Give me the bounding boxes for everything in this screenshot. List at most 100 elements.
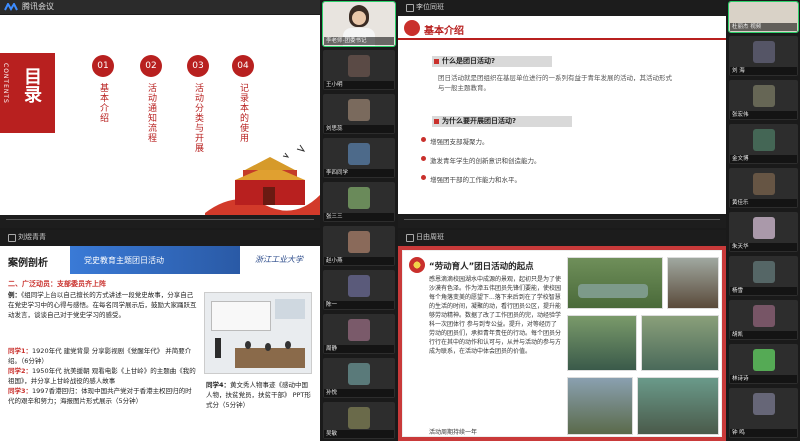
sharer-tag: 刘煜青青 <box>8 230 46 244</box>
participant-name: 林诗诗 <box>730 375 797 383</box>
app-title: 腾讯会议 <box>22 2 54 11</box>
avatar <box>348 319 370 341</box>
avatar <box>752 85 775 107</box>
participant-tile[interactable]: 周静 <box>323 314 395 354</box>
bullet-item: 增强团支部凝聚力。 <box>421 136 726 146</box>
participant-tile[interactable]: 朱天华 <box>729 212 798 252</box>
campus-photo <box>567 377 633 435</box>
bottom-left-share[interactable]: 刘煜青青 案例剖析 党史教育主题团日活动 浙江工业大学 二、广泛动员：支部委员齐… <box>0 230 320 441</box>
case-example: 例：《组同学上台以自己擅长的方式讲述一段党史故事，分享自己在党史学习中的心得与感… <box>8 290 198 320</box>
player-controls[interactable] <box>0 216 320 228</box>
participant-name: 陈一 <box>324 301 394 309</box>
tencent-meeting-logo-icon <box>4 3 18 11</box>
participant-tile[interactable]: 刘思蕊 <box>323 94 395 134</box>
meeting-screen: 腾讯会议 CONTENTS 目录 01 基本介绍 02 活动通知流程 03 活动… <box>0 0 800 441</box>
participant-name: 朱天华 <box>730 243 797 251</box>
progress-track[interactable] <box>404 219 720 220</box>
campus-photo <box>641 315 719 371</box>
bottom-right-share[interactable]: 日由周班 “劳动育人”团日活动的起点 感恩滴滴校园湖水中成源的景观，起初只是为了… <box>398 230 726 441</box>
sharer-tag: 日由周班 <box>406 230 444 244</box>
avatar <box>348 275 370 297</box>
campus-photo <box>567 257 663 309</box>
avatar <box>348 187 370 209</box>
campus-photo <box>637 377 719 435</box>
participant-name: 胡凯 <box>730 331 797 339</box>
participant-tile[interactable]: 孙悦 <box>323 358 395 398</box>
flower-icon <box>409 257 425 273</box>
contents-title: 目录 <box>21 67 42 103</box>
participant-name: 金文博 <box>730 155 797 163</box>
party-emblem-icon <box>404 20 420 36</box>
item-02: 02 活动通知流程 <box>140 53 162 143</box>
participant-tile[interactable]: 黄佳乐 <box>729 168 798 208</box>
entry-text: 1997香港回归：体现中国共产党对于香港主权回归的时代的艰辛和努力；海报图片形式… <box>8 387 192 405</box>
participant-name: 吴敏 <box>324 430 394 438</box>
participant-name: 黄佳乐 <box>730 199 797 207</box>
item-02-num: 02 <box>140 55 162 77</box>
slide-intro-title: 基本介绍 <box>424 26 464 37</box>
question-1: 什么是团日活动? <box>432 56 552 67</box>
top-right-share[interactable]: 李位同班 基本介绍 什么是团日活动? 团日活动就是团组织在基层单位进行的一系列有… <box>398 0 726 228</box>
participant-name: 刘 海 <box>730 67 797 75</box>
avatar <box>752 173 775 195</box>
labor-body: 感恩滴滴校园湖水中成源的景观，起初只是为了使沙漠有色泽。作为漳五伟团员先锋们要能… <box>429 276 561 355</box>
answer-1: 团日活动就是团组织在基层单位进行的一系列有益于青年发展的活动，其活动形式与一般主… <box>438 74 672 92</box>
avatar <box>752 349 775 371</box>
participant-tile[interactable]: 胡凯 <box>729 300 798 340</box>
item-04-label: 记录本的使用 <box>238 83 248 143</box>
entry-who: 同学1： <box>8 347 33 355</box>
case-entry: 同学1：1920年代 建党背景 分享影视剧《觉醒年代》 并简要介绍。（6分钟） <box>8 346 198 366</box>
participant-tile[interactable]: 陈一 <box>323 270 395 310</box>
contents-block: CONTENTS 目录 <box>0 53 55 133</box>
avatar <box>348 407 370 429</box>
participant-name: 李四同学 <box>324 169 394 177</box>
participant-name: 张三三 <box>324 213 394 221</box>
avatar <box>348 143 370 165</box>
slide-case: 案例剖析 党史教育主题团日活动 浙江工业大学 二、广泛动员：支部委员齐上阵 例：… <box>0 246 320 441</box>
progress-track[interactable] <box>6 219 314 220</box>
case-entry-4: 同学4：黄文秀人物事迹《感动中国人物，扶贫党员，扶贫干部》 PPT形式分（5分钟… <box>206 380 314 410</box>
contents-label: CONTENTS <box>2 63 9 104</box>
participant-name: 赵小燕 <box>324 257 394 265</box>
sharer-tag: 李位同班 <box>406 0 444 14</box>
entry-who: 同学3： <box>8 387 33 395</box>
participant-tile[interactable]: 张三三 <box>323 182 395 222</box>
item-02-label: 活动通知流程 <box>146 83 156 143</box>
participant-tile[interactable]: 刘 海 <box>729 36 798 76</box>
case-header-label: 案例剖析 <box>8 258 48 269</box>
entry-who: 同学2： <box>8 367 33 375</box>
question-2: 为什么要开展团日活动? <box>432 116 572 127</box>
participants-left-column: 李老师-团委书记 王小明 刘思蕊 李四同学 张三三 赵小燕 陈一 周静 孙悦 吴… <box>321 0 397 441</box>
labor-footer: 活动周期持续一年 <box>429 429 478 436</box>
item-04: 04 记录本的使用 <box>232 53 254 143</box>
avatar <box>752 217 775 239</box>
participant-tile[interactable]: 李四同学 <box>323 138 395 178</box>
participant-tile[interactable]: 吴敏 <box>323 402 395 439</box>
avatar <box>348 55 370 77</box>
avatar <box>752 41 775 63</box>
participant-tile[interactable]: 林诗诗 <box>729 344 798 384</box>
participant-name: 张宏伟 <box>730 111 797 119</box>
participant-tile[interactable]: 赵小燕 <box>323 226 395 266</box>
avatar <box>752 261 775 283</box>
participant-tile[interactable]: 杜丽杰 视频 <box>728 1 799 33</box>
example-label: 例： <box>8 291 21 299</box>
participant-name: 周静 <box>324 345 394 353</box>
participant-tile[interactable]: 王小明 <box>323 50 395 90</box>
example-text: 《组同学上台以自己擅长的方式讲述一段党史故事，分享自己在党史学习中的心得与感悟。… <box>8 291 197 319</box>
participant-name: 钟 鸣 <box>730 429 797 437</box>
avatar <box>752 305 775 327</box>
title-bar: 腾讯会议 <box>0 0 320 14</box>
top-left-share[interactable]: 腾讯会议 CONTENTS 目录 01 基本介绍 02 活动通知流程 03 活动… <box>0 0 320 228</box>
slide-intro-header: 基本介绍 <box>398 16 726 40</box>
participant-tile[interactable]: 张宏伟 <box>729 80 798 120</box>
player-controls[interactable] <box>398 216 726 228</box>
case-entry: 同学3：1997香港回归：体现中国共产党对于香港主权回归的时代的艰辛和努力；海报… <box>8 386 198 406</box>
bullet-list: 增强团支部凝聚力。 激发青年学生的创新意识和创造能力。 增强团干部的工作能力和水… <box>398 130 726 184</box>
participant-tile[interactable]: 李老师-团委书记 <box>322 1 396 47</box>
participant-tile[interactable]: 钟 鸣 <box>729 388 798 438</box>
case-entries: 同学1：1920年代 建党背景 分享影视剧《觉醒年代》 并简要介绍。（6分钟） … <box>8 346 198 406</box>
case-banner: 党史教育主题团日活动 <box>84 256 164 265</box>
participant-tile[interactable]: 金文博 <box>729 124 798 164</box>
participant-tile[interactable]: 杨雪 <box>729 256 798 296</box>
